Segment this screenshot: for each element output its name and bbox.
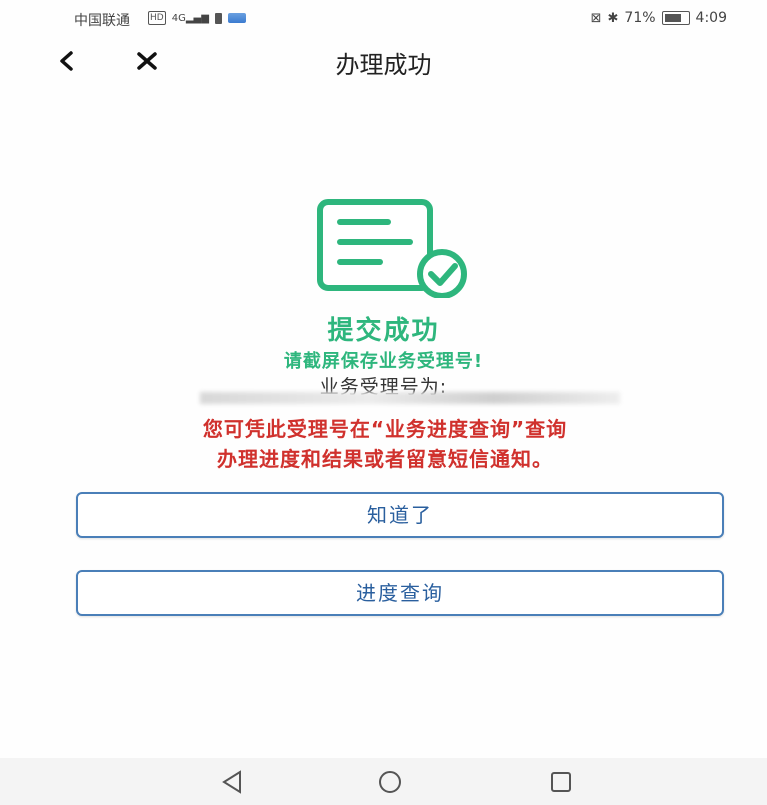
battery-icon xyxy=(661,11,690,25)
mute-icon: ⊠ xyxy=(590,10,602,26)
document-check-icon xyxy=(317,199,467,298)
bluetooth-icon: ✱ xyxy=(607,10,619,26)
phone-screen: 中国联通 HD 4G▂▄▆ ⊠ ✱ 71% 4:09 办理成功 提交成功 请截屏… xyxy=(0,0,767,805)
redacted-acceptance-number xyxy=(200,392,620,404)
signal-icon: 4G▂▄▆ xyxy=(171,12,209,24)
status-icons-right: ⊠ ✱ 71% 4:09 xyxy=(591,10,727,26)
square-recent-icon[interactable] xyxy=(548,769,574,795)
page-title: 办理成功 xyxy=(335,51,432,79)
notice-text: 您可凭此受理号在“业务进度查询”查询 办理进度和结果或者留意短信通知。 xyxy=(60,414,710,474)
progress-query-button[interactable]: 进度查询 xyxy=(76,570,724,616)
carrier-name: 中国联通 xyxy=(74,13,130,29)
status-icons-left: HD 4G▂▄▆ xyxy=(148,11,246,25)
triangle-back-icon[interactable] xyxy=(218,768,246,796)
ok-button[interactable]: 知道了 xyxy=(76,492,724,538)
notice-line-1: 您可凭此受理号在“业务进度查询”查询 xyxy=(202,417,568,441)
sim-icon xyxy=(214,12,222,24)
wifi-icon xyxy=(227,13,246,23)
notice-line-2: 办理进度和结果或者留意短信通知。 xyxy=(217,447,553,471)
clock: 4:09 xyxy=(695,10,727,26)
status-bar: 中国联通 HD 4G▂▄▆ ⊠ ✱ 71% 4:09 xyxy=(0,0,767,38)
screenshot-tip: 请截屏保存业务受理号! xyxy=(283,351,484,372)
success-title: 提交成功 xyxy=(327,316,440,346)
hd-icon: HD xyxy=(148,11,166,25)
nav-bar: 办理成功 xyxy=(0,40,767,82)
circle-home-icon[interactable] xyxy=(376,768,404,796)
battery-percent: 71% xyxy=(624,10,656,26)
system-navigation-bar xyxy=(0,758,767,805)
